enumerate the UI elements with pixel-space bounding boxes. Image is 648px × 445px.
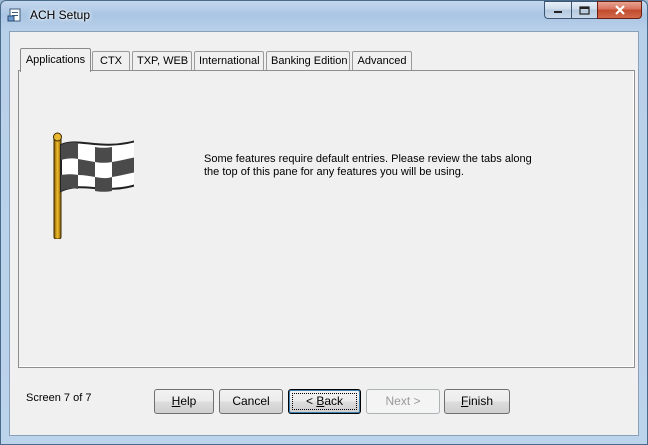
tab-banking-edition[interactable]: Banking Edition [266,51,350,71]
cancel-button[interactable]: Cancel [219,389,283,414]
minimize-icon [554,11,562,13]
tab-advanced[interactable]: Advanced [352,51,412,71]
tab-label: Banking Edition [271,55,348,67]
tab-label: International [199,55,260,67]
wizard-window: ACH Setup Applications CTX TXP, WEB Inte… [0,0,648,445]
tab-label: Applications [25,54,86,66]
next-button[interactable]: Next > [366,389,440,414]
title-bar[interactable]: ACH Setup [1,1,647,30]
help-label-rest: elp [180,394,197,408]
back-button[interactable]: < Back [288,389,361,414]
finish-label-rest: inish [468,394,494,408]
screen-counter: Screen 7 of 7 [26,392,92,404]
tab-ctx[interactable]: CTX [92,51,130,71]
finish-button[interactable]: Finish [444,389,510,414]
cancel-label: Cancel [232,394,270,408]
caption-buttons [544,1,642,21]
focus-rectangle [292,393,357,410]
close-button[interactable] [597,1,642,19]
tab-applications[interactable]: Applications [20,48,91,72]
tab-txp-web[interactable]: TXP, WEB [132,51,192,71]
tab-label: Advanced [357,55,407,67]
maximize-icon [579,5,590,15]
window-title: ACH Setup [30,8,91,22]
wizard-client-area: Applications CTX TXP, WEB International … [9,31,639,436]
checkered-flag-icon [53,132,134,239]
app-document-icon [7,8,21,22]
tab-label: TXP, WEB [137,55,189,67]
instruction-text: Some features require default entries. P… [204,153,532,178]
tab-panel-applications: Some features require default entries. P… [18,70,635,368]
minimize-button[interactable] [544,1,571,19]
tab-label: CTX [100,55,122,67]
help-button[interactable]: Help [154,389,214,414]
tab-international[interactable]: International [194,51,264,71]
maximize-button[interactable] [571,1,597,19]
next-label: Next > [385,394,421,408]
close-icon [614,5,625,15]
